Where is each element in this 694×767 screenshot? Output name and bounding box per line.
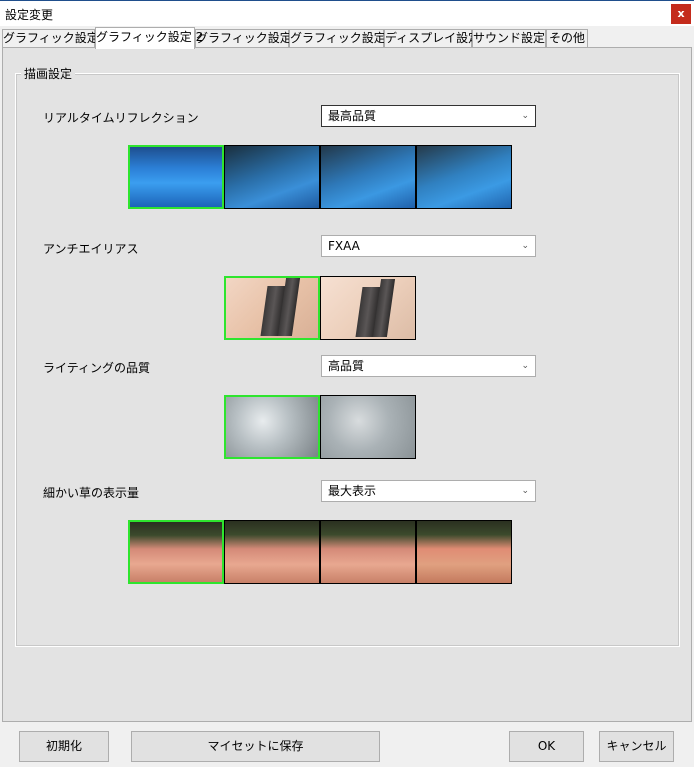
tab-graphics-3[interactable]: グラフィック設定 3 [195, 29, 303, 48]
ok-button[interactable]: OK [509, 731, 584, 762]
reflection-preview-2 [224, 145, 320, 209]
grass-select-value: 最大表示 [328, 484, 377, 498]
reflection-select[interactable]: 最高品質 ⌄ [321, 105, 536, 127]
tab-graphics-1[interactable]: グラフィック設定 1 [2, 29, 110, 48]
lighting-label: ライティングの品質 [43, 361, 151, 375]
window-title: 設定変更 [5, 8, 54, 22]
close-button[interactable]: x [671, 4, 691, 24]
grass-preview-1 [128, 520, 224, 584]
antialias-preview-2 [320, 276, 416, 340]
lighting-preview-2 [320, 395, 416, 459]
chevron-down-icon: ⌄ [521, 361, 529, 371]
tab-display[interactable]: ディスプレイ設定 [384, 29, 480, 48]
lighting-select-value: 高品質 [328, 359, 365, 373]
reflection-label: リアルタイムリフレクション [43, 111, 199, 125]
grass-select[interactable]: 最大表示 ⌄ [321, 480, 536, 502]
group-label: 描画設定 [21, 65, 76, 82]
chevron-down-icon: ⌄ [521, 486, 529, 496]
grass-preview-3 [320, 520, 416, 584]
reflection-preview-3 [320, 145, 416, 209]
antialias-preview-1 [224, 276, 320, 340]
antialias-select-value: FXAA [328, 239, 360, 253]
tab-sound[interactable]: サウンド設定 [472, 29, 546, 48]
reflection-select-value: 最高品質 [328, 109, 377, 123]
grass-preview-2 [224, 520, 320, 584]
antialias-select[interactable]: FXAA ⌄ [321, 235, 536, 257]
cancel-button[interactable]: キャンセル [599, 731, 674, 762]
reflection-preview-4 [416, 145, 512, 209]
reset-button[interactable]: 初期化 [19, 731, 109, 762]
title-bar: 設定変更 x [0, 0, 694, 26]
antialias-label: アンチエイリアス [43, 242, 139, 256]
grass-preview-4 [416, 520, 512, 584]
tab-panel: 描画設定 リアルタイムリフレクション 最高品質 ⌄ アンチエイリアス FXAA … [2, 47, 692, 722]
tab-graphics-4[interactable]: グラフィック設定 4 [289, 29, 397, 48]
grass-label: 細かい草の表示量 [43, 486, 140, 500]
tab-graphics-2[interactable]: グラフィック設定 2 [95, 27, 203, 49]
lighting-preview-1 [224, 395, 320, 459]
chevron-down-icon: ⌄ [521, 111, 529, 121]
tab-other[interactable]: その他 [546, 29, 588, 48]
reflection-preview-1 [128, 145, 224, 209]
lighting-select[interactable]: 高品質 ⌄ [321, 355, 536, 377]
save-preset-button[interactable]: マイセットに保存 [131, 731, 380, 762]
chevron-down-icon: ⌄ [521, 241, 529, 251]
